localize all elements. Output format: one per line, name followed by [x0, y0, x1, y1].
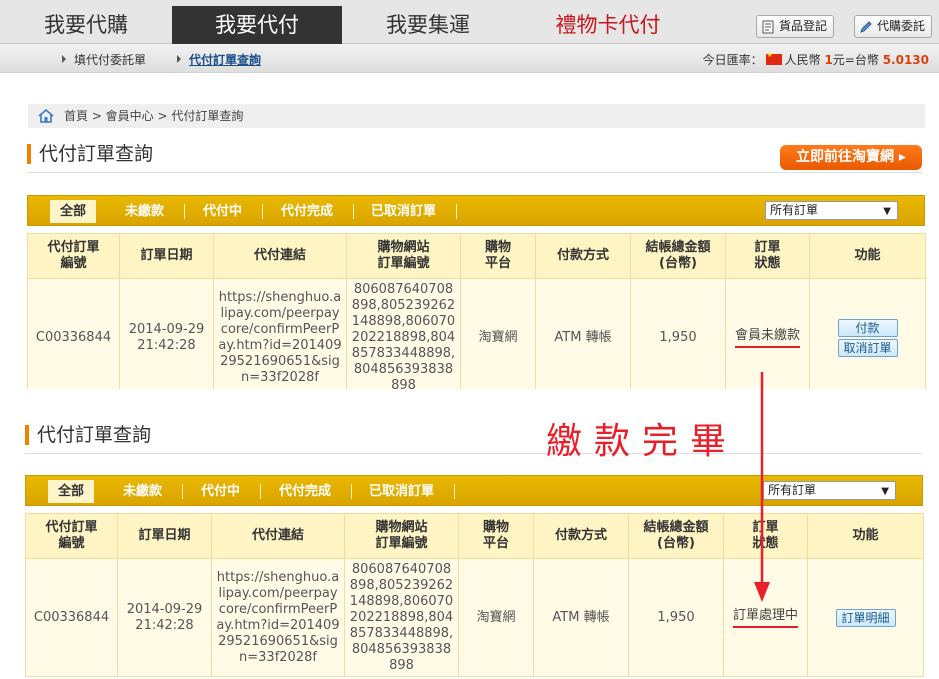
cell-platform: 淘寶網: [460, 278, 536, 389]
arrow-down-icon: [754, 372, 770, 602]
cell-payment-link[interactable]: https://shenghuo.alipay.com/peerpaycore/…: [213, 278, 347, 389]
dropdown-caret-icon: ▼: [883, 206, 891, 217]
breadcrumb-text: 首頁 > 會員中心 > 代付訂單查詢: [64, 109, 244, 123]
header-total: 結帳總金額 (台幣): [630, 233, 726, 279]
filter-unpaid[interactable]: 未繳款: [125, 200, 164, 223]
page-title: 代付訂單查詢: [25, 423, 151, 447]
header-link: 代付連結: [211, 513, 345, 559]
header-link: 代付連結: [213, 233, 347, 279]
order-type-value: 所有訂單: [768, 483, 817, 497]
cell-site-order-no: 806087640708898,805239262148898,80607020…: [344, 558, 459, 677]
filter-completed[interactable]: 代付完成: [279, 480, 331, 503]
cell-order-id: C00336844: [27, 278, 120, 389]
filter-all[interactable]: 全部: [50, 200, 97, 223]
cell-site-order-no: 806087640708898,805239262148898,80607020…: [346, 278, 461, 389]
pay-button[interactable]: 付款: [837, 318, 898, 337]
order-filter-bar: 全部 未繳款 代付中 代付完成 已取消訂單 所有訂單 ▼: [25, 475, 923, 506]
cell-payment-link[interactable]: https://shenghuo.alipay.com/peerpaycore/…: [211, 558, 345, 677]
filter-cancelled[interactable]: 已取消訂單: [371, 200, 436, 223]
dropdown-caret-icon: ▼: [881, 486, 889, 497]
filter-paying[interactable]: 代付中: [203, 200, 242, 223]
filter-separator: [351, 484, 352, 499]
cell-platform: 淘寶網: [458, 558, 534, 677]
table-header-row: 代付訂單 編號 訂單日期 代付連結 購物網站 訂單編號 購物 平台 付款方式 結帳總金…: [25, 513, 924, 559]
header-order-id: 代付訂單 編號: [25, 513, 118, 559]
table-row: C00336844 2014-09-29 21:42:28 https://sh…: [27, 278, 926, 389]
cancel-order-button[interactable]: 取消訂單: [837, 338, 898, 357]
header-total: 結帳總金額 (台幣): [628, 513, 724, 559]
cell-total: 1,950: [628, 558, 724, 677]
header-payment: 付款方式: [535, 233, 631, 279]
home-icon[interactable]: [38, 108, 54, 124]
table-row: C00336844 2014-09-29 21:42:28 https://sh…: [25, 558, 924, 677]
order-type-select[interactable]: 所有訂單 ▼: [765, 201, 898, 220]
header-platform: 購物 平台: [460, 233, 536, 279]
filter-separator: [353, 204, 354, 219]
header-date: 訂單日期: [119, 233, 214, 279]
filter-separator: [454, 484, 455, 499]
orders-table: 代付訂單 編號 訂單日期 代付連結 購物網站 訂單編號 購物 平台 付款方式 結帳總金…: [27, 233, 926, 389]
filter-separator: [262, 204, 263, 219]
cell-total: 1,950: [630, 278, 726, 389]
header-status: 訂單 狀態: [725, 233, 810, 279]
header-order-id: 代付訂單 編號: [27, 233, 120, 279]
go-to-taobao-button[interactable]: 立即前往淘寶網 ▸: [780, 145, 922, 170]
status-badge: 訂單處理中: [732, 608, 798, 628]
filter-paying[interactable]: 代付中: [201, 480, 240, 503]
filter-unpaid[interactable]: 未繳款: [123, 480, 162, 503]
cell-date: 2014-09-29 21:42:28: [117, 558, 212, 677]
cell-actions: 付款 取消訂單: [809, 278, 926, 389]
order-type-select[interactable]: 所有訂單 ▼: [763, 481, 896, 500]
cell-actions: 訂單明細: [807, 558, 924, 677]
order-filter-bar: 全部 未繳款 代付中 代付完成 已取消訂單 所有訂單 ▼: [27, 195, 925, 226]
filter-separator: [182, 484, 183, 499]
filter-separator: [184, 204, 185, 219]
breadcrumb: 首頁 > 會員中心 > 代付訂單查詢: [28, 104, 925, 128]
header-site-order: 購物網站 訂單編號: [346, 233, 461, 279]
page-title: 代付訂單查詢: [27, 142, 153, 166]
filter-all[interactable]: 全部: [48, 480, 95, 503]
header-payment: 付款方式: [533, 513, 629, 559]
filter-separator: [456, 204, 457, 219]
header-actions: 功能: [807, 513, 924, 559]
header-site-order: 購物網站 訂單編號: [344, 513, 459, 559]
after-payment-panel: 代付訂單查詢 全部 未繳款 代付中 代付完成 已取消訂單 所有訂單 ▼ 代付訂單編…: [0, 389, 939, 679]
filter-completed[interactable]: 代付完成: [281, 200, 333, 223]
status-badge: 會員未繳款: [734, 328, 800, 348]
before-payment-panel: 首頁 > 會員中心 > 代付訂單查詢 代付訂單查詢 立即前往淘寶網 ▸ 全部 未…: [0, 0, 939, 389]
header-actions: 功能: [809, 233, 926, 279]
cell-payment-method: ATM 轉帳: [535, 278, 631, 389]
header-date: 訂單日期: [117, 513, 212, 559]
filter-separator: [260, 484, 261, 499]
header-platform: 購物 平台: [458, 513, 534, 559]
cell-date: 2014-09-29 21:42:28: [119, 278, 214, 389]
table-header-row: 代付訂單 編號 訂單日期 代付連結 購物網站 訂單編號 購物 平台 付款方式 結帳總金…: [27, 233, 926, 279]
orders-table: 代付訂單 編號 訂單日期 代付連結 購物網站 訂單編號 購物 平台 付款方式 結帳總金…: [25, 513, 924, 677]
filter-cancelled[interactable]: 已取消訂單: [369, 480, 434, 503]
title-divider: [27, 172, 922, 173]
payment-complete-annotation: 繳款完畢: [546, 421, 739, 462]
order-detail-button[interactable]: 訂單明細: [835, 608, 896, 627]
title-divider: [25, 453, 922, 454]
order-type-value: 所有訂單: [770, 203, 819, 217]
cell-payment-method: ATM 轉帳: [533, 558, 629, 677]
cell-order-id: C00336844: [25, 558, 118, 677]
